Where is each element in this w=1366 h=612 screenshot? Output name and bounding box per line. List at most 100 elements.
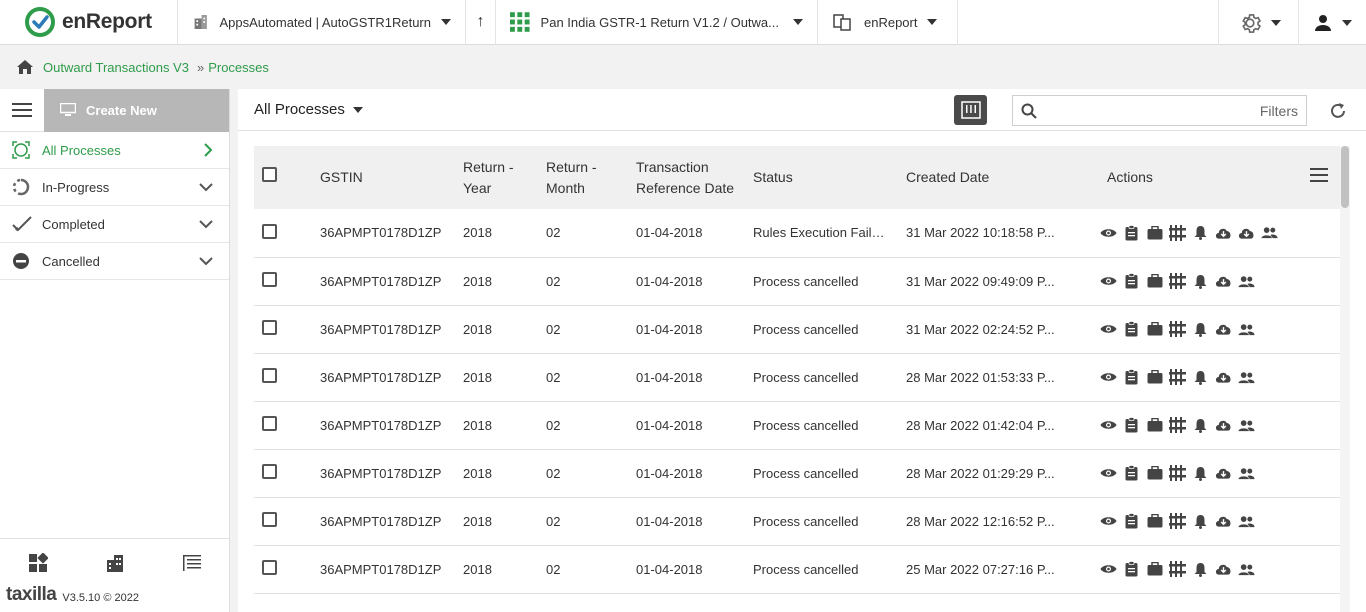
create-new-button[interactable]: Create New — [44, 88, 229, 132]
briefcase-icon[interactable] — [1146, 273, 1163, 290]
eye-icon[interactable] — [1100, 224, 1117, 241]
bell-icon[interactable] — [1192, 465, 1209, 482]
eye-icon[interactable] — [1100, 417, 1117, 434]
briefcase-icon[interactable] — [1146, 224, 1163, 241]
clipboard-icon[interactable] — [1123, 417, 1140, 434]
column-header-txn-ref-date[interactable]: Transaction Reference Date — [628, 146, 745, 209]
row-checkbox[interactable] — [262, 272, 277, 287]
row-checkbox[interactable] — [262, 368, 277, 383]
view-selector[interactable]: All Processes — [254, 101, 363, 118]
row-checkbox[interactable] — [262, 512, 277, 527]
column-header-return-year[interactable]: Return - Year — [455, 146, 538, 209]
cloud-download-icon[interactable] — [1215, 417, 1232, 434]
row-checkbox[interactable] — [262, 320, 277, 335]
table-row[interactable]: 36APMPT0178D1ZP 2018 02 01-04-2018 Rules… — [254, 209, 1340, 257]
users-icon[interactable] — [1238, 417, 1255, 434]
clipboard-icon[interactable] — [1123, 513, 1140, 530]
fields-grid-icon[interactable] — [1169, 561, 1186, 578]
eye-icon[interactable] — [1100, 273, 1117, 290]
users-icon[interactable] — [1261, 224, 1278, 241]
table-row[interactable]: 36APMPT0178D1ZP 2018 02 01-04-2018 Proce… — [254, 257, 1340, 305]
eye-icon[interactable] — [1100, 465, 1117, 482]
fields-grid-icon[interactable] — [1169, 513, 1186, 530]
organization-icon[interactable] — [105, 553, 125, 573]
users-icon[interactable] — [1238, 369, 1255, 386]
report-selector[interactable]: enReport — [818, 0, 958, 45]
column-header-status[interactable]: Status — [745, 146, 898, 209]
clipboard-icon[interactable] — [1123, 465, 1140, 482]
column-header-gstin[interactable]: GSTIN — [312, 146, 455, 209]
cloud-download-icon[interactable] — [1215, 321, 1232, 338]
cloud-download-icon[interactable] — [1238, 224, 1255, 241]
cloud-download-icon[interactable] — [1215, 224, 1232, 241]
menu-toggle-button[interactable] — [0, 89, 44, 132]
bell-icon[interactable] — [1192, 513, 1209, 530]
users-icon[interactable] — [1238, 321, 1255, 338]
app-logo[interactable]: enReport — [0, 0, 178, 45]
briefcase-icon[interactable] — [1146, 465, 1163, 482]
bell-icon[interactable] — [1192, 321, 1209, 338]
home-icon[interactable] — [16, 59, 34, 75]
fields-grid-icon[interactable] — [1169, 465, 1186, 482]
table-row[interactable]: 36APMPT0178D1ZP 2018 02 01-04-2018 Proce… — [254, 449, 1340, 497]
table-menu-icon[interactable] — [1310, 168, 1328, 182]
scrollbar-thumb[interactable] — [1341, 146, 1349, 208]
fields-grid-icon[interactable] — [1169, 417, 1186, 434]
bell-icon[interactable] — [1192, 417, 1209, 434]
row-checkbox[interactable] — [262, 416, 277, 431]
table-row[interactable]: 36APMPT0178D1ZP 2018 02 01-04-2018 Proce… — [254, 305, 1340, 353]
refresh-icon[interactable] — [1328, 101, 1348, 121]
process-selector[interactable]: Pan India GSTR-1 Return V1.2 / Outwa... — [496, 0, 818, 45]
bell-icon[interactable] — [1192, 273, 1209, 290]
users-icon[interactable] — [1238, 561, 1255, 578]
fields-grid-icon[interactable] — [1169, 273, 1186, 290]
fields-grid-icon[interactable] — [1169, 321, 1186, 338]
select-all-checkbox[interactable] — [262, 167, 277, 182]
row-checkbox[interactable] — [262, 560, 277, 575]
up-arrow-button[interactable]: ↑ — [466, 0, 496, 45]
fields-grid-icon[interactable] — [1169, 369, 1186, 386]
search-input[interactable] — [1045, 96, 1260, 125]
table-row[interactable]: 36APMPT0178D1ZP 2018 02 01-04-2018 Proce… — [254, 401, 1340, 449]
briefcase-icon[interactable] — [1146, 513, 1163, 530]
settings-menu-button[interactable] — [1218, 0, 1298, 45]
fields-grid-icon[interactable] — [1169, 224, 1186, 241]
row-checkbox[interactable] — [262, 464, 277, 479]
clipboard-icon[interactable] — [1123, 369, 1140, 386]
table-row[interactable]: 36APMPT0178D1ZP 2018 02 01-04-2018 Proce… — [254, 545, 1340, 593]
bell-icon[interactable] — [1192, 561, 1209, 578]
sidebar-item-completed[interactable]: Completed — [0, 206, 229, 243]
dashboard-icon[interactable] — [28, 552, 49, 573]
sidebar-item-in-progress[interactable]: In-Progress — [0, 169, 229, 206]
users-icon[interactable] — [1238, 465, 1255, 482]
column-chooser-button[interactable] — [954, 95, 987, 125]
table-row[interactable]: 36APMPT0178D1ZP 2018 02 01-04-2018 Proce… — [254, 497, 1340, 545]
column-header-created-date[interactable]: Created Date — [898, 146, 1092, 209]
row-checkbox[interactable] — [262, 223, 277, 239]
cloud-download-icon[interactable] — [1215, 273, 1232, 290]
briefcase-icon[interactable] — [1146, 369, 1163, 386]
eye-icon[interactable] — [1100, 321, 1117, 338]
cloud-download-icon[interactable] — [1215, 561, 1232, 578]
eye-icon[interactable] — [1100, 369, 1117, 386]
report-list-icon[interactable] — [182, 553, 202, 573]
cloud-download-icon[interactable] — [1215, 513, 1232, 530]
sidebar-item-all-processes[interactable]: All Processes — [0, 132, 229, 169]
briefcase-icon[interactable] — [1146, 321, 1163, 338]
column-header-return-month[interactable]: Return - Month — [538, 146, 628, 209]
app-selector[interactable]: AppsAutomated | AutoGSTR1Return — [178, 0, 466, 45]
filters-button[interactable]: Filters — [1260, 103, 1298, 119]
breadcrumb-link-transactions[interactable]: Outward Transactions V3 — [43, 60, 189, 75]
clipboard-icon[interactable] — [1123, 224, 1140, 241]
table-row[interactable]: 36APMPT0178D1ZP 2018 02 01-04-2018 Proce… — [254, 353, 1340, 401]
cloud-download-icon[interactable] — [1215, 369, 1232, 386]
user-menu-button[interactable] — [1298, 0, 1366, 45]
cloud-download-icon[interactable] — [1215, 465, 1232, 482]
users-icon[interactable] — [1238, 513, 1255, 530]
clipboard-icon[interactable] — [1123, 561, 1140, 578]
clipboard-icon[interactable] — [1123, 273, 1140, 290]
breadcrumb-link-processes[interactable]: Processes — [208, 60, 269, 75]
sidebar-item-cancelled[interactable]: Cancelled — [0, 243, 229, 280]
briefcase-icon[interactable] — [1146, 417, 1163, 434]
clipboard-icon[interactable] — [1123, 321, 1140, 338]
